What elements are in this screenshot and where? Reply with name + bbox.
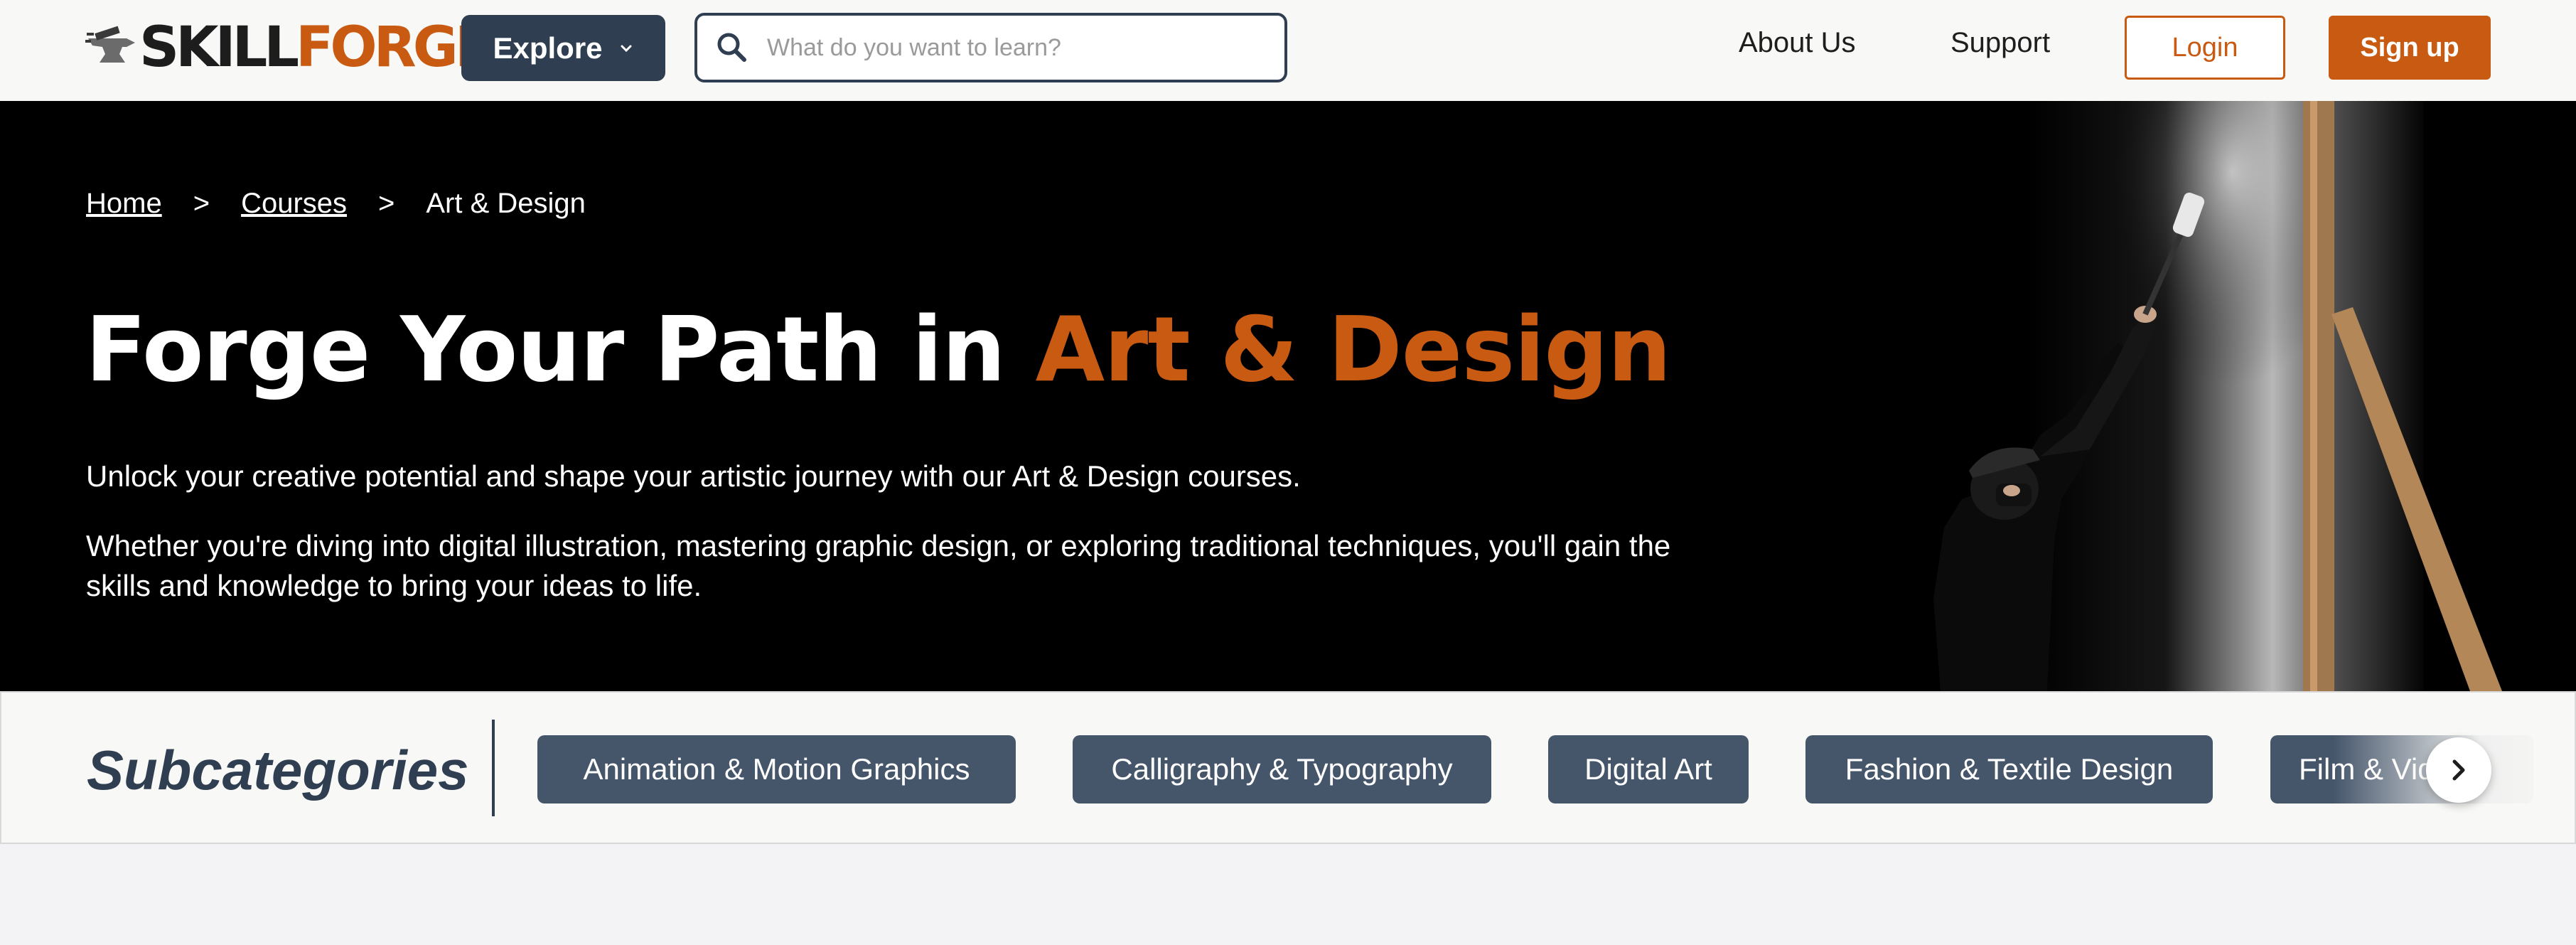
subcategory-chip-animation[interactable]: Animation & Motion Graphics [537, 735, 1016, 803]
top-header: SKILL FORGE Explore About Us Support Log… [0, 0, 2576, 101]
nav-link-support[interactable]: Support [1950, 27, 2050, 59]
skillforge-logo[interactable]: SKILL FORGE [85, 16, 493, 80]
page-title: Forge Your Path in Art & Design [85, 297, 1672, 402]
scroll-next-button[interactable] [2426, 737, 2491, 803]
subcategories-bar: Subcategories Animation & Motion Graphic… [0, 691, 2576, 844]
search-input[interactable] [767, 33, 1265, 62]
subcategories-heading: Subcategories [87, 739, 469, 801]
hero-banner: Home > Courses > Art & Design Forge Your… [0, 101, 2576, 691]
logo-text-forge: FORGE [296, 16, 493, 80]
page-title-accent: Art & Design [1035, 297, 1672, 402]
breadcrumb-courses-link[interactable]: Courses [241, 188, 347, 220]
logo-text-skill: SKILL [139, 16, 299, 80]
divider [492, 720, 495, 816]
breadcrumb-current: Art & Design [426, 188, 586, 219]
chevron-right-icon [2452, 759, 2465, 781]
chevron-down-icon [621, 45, 632, 52]
search-icon[interactable] [712, 27, 753, 68]
search-bar[interactable] [694, 13, 1287, 82]
subcategory-chip-calligraphy[interactable]: Calligraphy & Typography [1073, 735, 1491, 803]
breadcrumb-home-link[interactable]: Home [86, 188, 162, 220]
page-title-prefix: Forge Your Path in [85, 297, 1036, 402]
hero-intro-text: Unlock your creative potential and shape… [86, 459, 1301, 493]
login-button[interactable]: Login [2125, 16, 2285, 80]
anvil-icon [85, 26, 135, 63]
breadcrumb-separator: > [378, 188, 395, 219]
breadcrumb-separator: > [193, 188, 210, 219]
nav-link-about-us[interactable]: About Us [1739, 27, 1856, 59]
breadcrumb: Home > Courses > Art & Design [86, 188, 586, 220]
subcategory-chip-fashion[interactable]: Fashion & Textile Design [1805, 735, 2213, 803]
explore-button[interactable]: Explore [461, 15, 665, 81]
hero-description-text: Whether you're diving into digital illus… [86, 529, 1671, 602]
hero-photo-painter [1706, 101, 2576, 691]
subcategory-chip-digital-art[interactable]: Digital Art [1548, 735, 1749, 803]
signup-button[interactable]: Sign up [2329, 16, 2491, 80]
explore-label: Explore [493, 31, 603, 65]
